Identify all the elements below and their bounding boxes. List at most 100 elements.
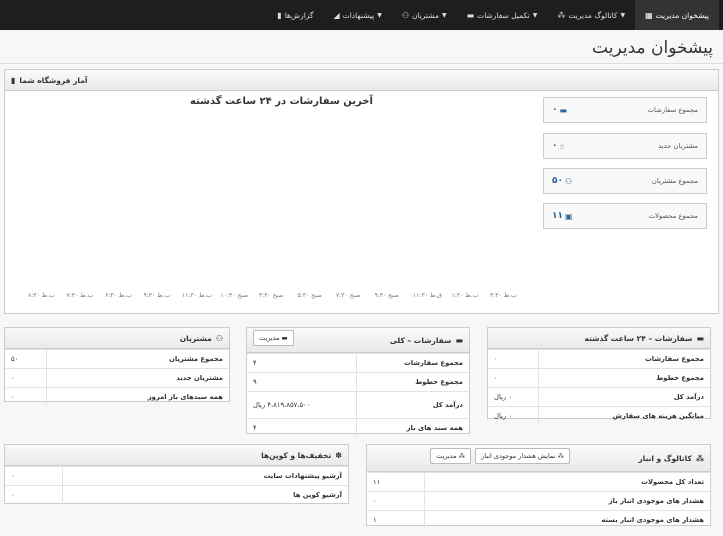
panel-title: کاتالوگ و انبار <box>638 453 692 463</box>
cell-label: درآمد کل <box>538 387 710 407</box>
chart-x-tick: ۱۱:۳۰ ق.ظ <box>413 292 442 299</box>
table-row: ۰ همه سبدهای باز امروز <box>5 387 229 406</box>
stat-card-total-products[interactable]: ▣ ۱۱ مجموع محصولات <box>543 203 707 229</box>
panel-actions: ▬ مدیریت <box>253 330 294 346</box>
sitemap-icon: ⁂ <box>695 453 704 463</box>
panel-actions: ⁂ نمایش هشدار موجودی انبار ⁂ مدیریت <box>430 448 570 464</box>
top-navbar: ▦ پیشخوان مدیریت ⁂ کاتالوگ مدیریت ▼ ▬ تک… <box>0 0 723 30</box>
table-row: ۰ مجموع سفارشات <box>488 349 710 369</box>
briefcase-icon: ▣ <box>565 211 573 221</box>
cell-label: میانگین هزینه های سفارش <box>538 406 710 425</box>
cell-value: ۱۱ <box>367 472 425 492</box>
nav-label: گزارش‌ها <box>284 10 314 20</box>
cell-value: ۱ <box>367 510 425 529</box>
bar-chart-icon: ▮ <box>11 75 16 85</box>
caret-down-icon: ▼ <box>377 11 382 19</box>
nav-fulfilment[interactable]: ▬ تکمیل سفارشات ▼ <box>457 11 548 20</box>
cell-value: ۰ <box>5 466 63 486</box>
cell-label: مجموع مشتریان <box>46 349 229 369</box>
chart-title: آخرین سفارشات در ۲۴ ساعت گذشته <box>190 96 373 107</box>
offers-vouchers-panel: ✽ تخفیف‌ها و کوپن‌ها ۰ آرشیو پیشنهادات سا… <box>4 444 349 504</box>
stock-alerts-button[interactable]: ⁂ نمایش هشدار موجودی انبار <box>475 448 570 464</box>
chart-x-tick: ۳:۳۰ ب.ظ <box>490 292 517 299</box>
table-row: ۴ مجموع سفارشات <box>247 353 469 373</box>
thumbs-up-icon: ☝ <box>559 141 565 151</box>
cell-label: تعداد کل محصولات <box>424 472 710 492</box>
caret-down-icon: ▼ <box>620 11 626 19</box>
users-icon: ⚇ <box>565 176 573 186</box>
chart-x-tick: ۱۰:۳۰ صبح <box>220 292 249 299</box>
orders-all-table: ۴ مجموع سفارشات ۹ مجموع خطوط ۴،۸۱۹،۸۵۷،۵۰۰… <box>247 353 469 437</box>
cell-label: هشدار های موجودی انبار بسته <box>424 510 710 529</box>
cell-label: مجموع خطوط <box>538 368 710 388</box>
nav-customers[interactable]: ⚇ مشتریان ▼ <box>392 11 457 20</box>
panel-header: ▮ آمار فروشگاه شما <box>5 70 718 91</box>
cell-value: ۹ <box>247 372 358 392</box>
stat-card-new-customers[interactable]: ☝ ۰ مشتریان جدید <box>543 133 707 159</box>
chart-x-tick: ۹:۳۰ ب.ظ <box>143 292 171 299</box>
nav-reports[interactable]: ▮ گزارش‌ها <box>267 11 323 20</box>
cell-label: مشتریان جدید <box>46 368 229 388</box>
stat-number: ۵۰ <box>552 176 563 186</box>
catalog-table: ۱۱ تعداد کل محصولات ۰ هشدار های موجودی انب… <box>367 472 710 529</box>
stat-card-total-orders[interactable]: ▬ ۰ مجموع سفارشات <box>543 97 707 123</box>
manage-orders-button[interactable]: ▬ مدیریت <box>253 330 294 346</box>
stat-value: ▬ ۰ <box>552 105 567 115</box>
users-icon: ⚇ <box>401 10 409 20</box>
stat-card-total-customers[interactable]: ⚇ ۵۰ مجموع مشتریان <box>543 168 707 194</box>
cell-value: ۰ <box>367 491 425 511</box>
table-row: ۰ ریال درآمد کل <box>488 387 710 407</box>
panel-title: سفارشات – ۲۴ ساعت گذشته <box>584 333 693 343</box>
cell-value: ۰ <box>488 349 539 369</box>
catalog-stock-panel: ⁂ کاتالوگ و انبار ⁂ نمایش هشدار موجودی ا… <box>366 444 711 529</box>
bullhorn-icon: ◢ <box>333 10 340 20</box>
nav-label: پیشنهادات <box>342 10 375 20</box>
cell-label: مجموع خطوط <box>356 372 469 392</box>
chart-x-tick: ۵:۳۰ صبح <box>297 292 322 299</box>
title-divider <box>0 63 723 64</box>
panel-header: ▬ سفارشات – کلی ▬ مدیریت <box>247 328 469 353</box>
chart-x-tick: ۷:۳۰ صبح <box>336 292 361 299</box>
sitemap-icon: ⁂ <box>557 452 565 460</box>
chart-x-tick: ۷:۳۰ ب.ظ <box>66 292 94 299</box>
stat-number: ۱۱ <box>552 211 563 221</box>
cell-label: درآمد کل <box>356 391 469 419</box>
nav-label: پیشخوان مدیریت <box>655 10 709 20</box>
cell-value: ۴،۸۱۹،۸۵۷،۵۰۰ ریال <box>247 391 358 419</box>
cell-label: مجموع سفارشات <box>356 353 469 373</box>
button-label: نمایش هشدار موجودی انبار <box>481 452 556 460</box>
sitemap-icon: ⁂ <box>557 10 566 20</box>
page-title: پیشخوان مدیریت <box>592 38 713 58</box>
cell-value: ۰ <box>5 485 63 504</box>
cell-value: ۰ <box>488 368 539 388</box>
nav-catalog[interactable]: ⁂ کاتالوگ مدیریت ▼ <box>547 11 635 20</box>
stat-label: مجموع سفارشات <box>647 106 698 114</box>
stat-label: مشتریان جدید <box>658 142 698 150</box>
cell-value: ۰ <box>5 368 47 388</box>
panel-title: مشتریان <box>179 333 212 343</box>
stat-number: ۰ <box>552 105 558 115</box>
table-row: ۰ مشتریان جدید <box>5 368 229 388</box>
nav-label: کاتالوگ مدیریت <box>568 10 618 20</box>
table-row: ۰ آرشیو پیشنهادات سایت <box>5 466 348 486</box>
cell-value: ۰ ریال <box>488 387 539 407</box>
orders-24h-table: ۰ مجموع سفارشات ۰ مجموع خطوط ۰ ریال درآمد ک… <box>488 349 710 425</box>
table-row: ۵۰ مجموع مشتریان <box>5 349 229 369</box>
nav-dashboard[interactable]: ▦ پیشخوان مدیریت <box>635 0 719 30</box>
cell-value: ۴ <box>247 353 358 373</box>
cell-label: مجموع سفارشات <box>538 349 710 369</box>
stat-value: ☝ ۰ <box>552 141 564 151</box>
cart-icon: ▬ <box>559 105 568 115</box>
table-row: ۱ هشدار های موجودی انبار بسته <box>367 510 710 529</box>
table-row: ۱۱ تعداد کل محصولات <box>367 472 710 492</box>
cart-icon: ▬ <box>696 333 704 343</box>
panel-header: ✽ تخفیف‌ها و کوپن‌ها <box>5 445 348 466</box>
table-row: ۰ آرشیو کوپن ها <box>5 485 348 504</box>
stat-value: ⚇ ۵۰ <box>552 176 572 186</box>
nav-offers[interactable]: ◢ پیشنهادات ▼ <box>324 11 392 20</box>
cell-label: آرشیو کوپن ها <box>62 485 348 504</box>
stat-number: ۰ <box>552 141 558 151</box>
panel-header: ▬ سفارشات – ۲۴ ساعت گذشته <box>488 328 710 349</box>
manage-catalog-button[interactable]: ⁂ مدیریت <box>430 448 472 464</box>
table-row: ۰ ریال میانگین هزینه های سفارش <box>488 406 710 425</box>
